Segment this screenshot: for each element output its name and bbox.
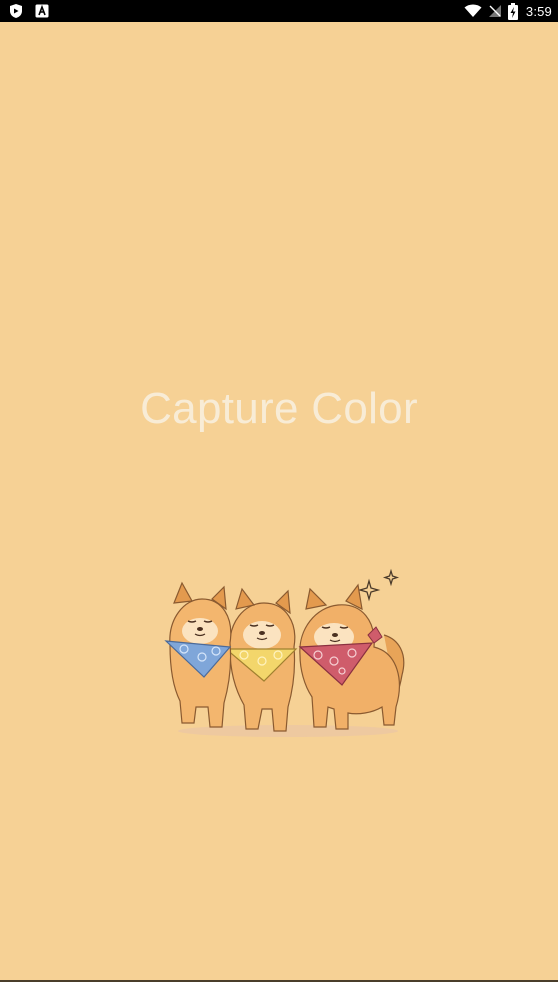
status-bar-left (9, 3, 49, 19)
status-bar: 3:59 (0, 0, 558, 22)
wifi-icon (464, 4, 482, 18)
status-bar-right: 3:59 (464, 2, 552, 20)
shiba-dogs-image (164, 568, 405, 737)
dog-left (164, 581, 232, 728)
no-signal-icon (488, 4, 502, 18)
dog-middle (224, 587, 298, 732)
dog-right (298, 583, 405, 730)
splash-screen: Capture Color (0, 22, 558, 982)
shield-icon (9, 3, 23, 19)
app-title: Capture Color (140, 384, 418, 433)
battery-charging-icon (507, 2, 518, 20)
a-badge-icon (35, 4, 49, 18)
status-time: 3:59 (525, 3, 552, 19)
shiba-dogs-illustration (158, 557, 412, 737)
